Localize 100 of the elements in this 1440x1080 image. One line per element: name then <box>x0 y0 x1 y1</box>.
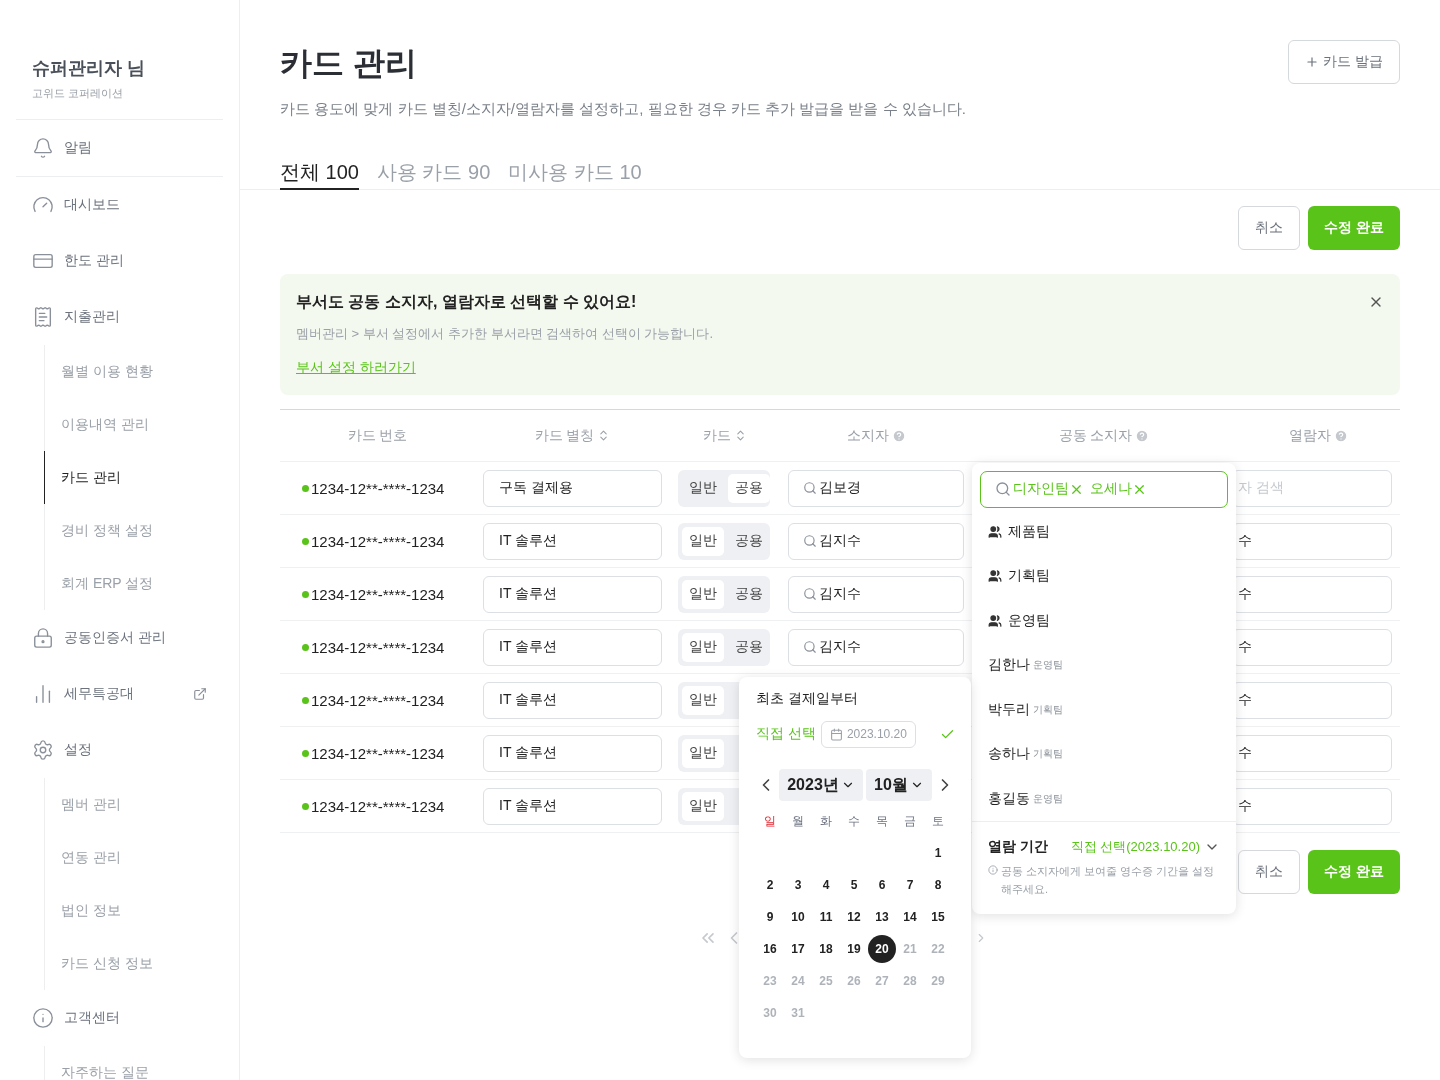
tab[interactable]: 전체 100 <box>280 159 359 190</box>
column-header: 카드 번호 <box>347 426 408 445</box>
calendar-day[interactable]: 1 <box>924 839 952 867</box>
nav-item[interactable]: 대시보드 <box>16 177 223 233</box>
calendar-day[interactable]: 4 <box>812 871 840 899</box>
external-link-icon[interactable] <box>193 687 207 701</box>
calendar-day[interactable]: 6 <box>868 871 896 899</box>
owner-search-field[interactable]: 김지수 <box>788 628 964 666</box>
help-icon <box>1135 428 1150 443</box>
card-type-option[interactable]: 일반 <box>682 738 724 768</box>
calendar-day[interactable]: 2 <box>756 871 784 899</box>
card-type-option[interactable]: 일반 <box>682 685 724 715</box>
card-type-option[interactable]: 공용 <box>728 579 770 609</box>
card-type-toggle[interactable]: 일반 공용 <box>678 469 770 507</box>
calendar-day[interactable]: 11 <box>812 903 840 931</box>
calendar-day[interactable]: 16 <box>756 935 784 963</box>
selected-token: 오세나 <box>1090 480 1132 499</box>
calendar-day[interactable]: 17 <box>784 935 812 963</box>
receipt-icon <box>32 306 54 328</box>
calendar-day[interactable]: 20 <box>868 935 896 963</box>
column-header: 소지자 <box>846 426 889 445</box>
owner-search-field[interactable]: 김지수 <box>788 575 964 613</box>
calendar-day[interactable]: 12 <box>840 903 868 931</box>
column-header: 열람자 <box>1288 426 1331 445</box>
card-number: 1234-12**-****-1234 <box>288 638 445 656</box>
alias-field[interactable]: IT 솔루션 <box>483 628 662 666</box>
owner-search-field[interactable]: 김지수 <box>788 522 964 560</box>
card-type-option[interactable]: 일반 <box>682 526 724 556</box>
nav-item[interactable]: 지출관리 <box>16 289 223 345</box>
weekday-label: 토 <box>932 812 944 830</box>
cancel-button[interactable]: 취소 <box>1238 850 1301 894</box>
info-icon <box>988 865 998 875</box>
calendar-day[interactable]: 7 <box>896 871 924 899</box>
nav-item[interactable]: 한도 관리 <box>16 233 223 289</box>
period-label: 열람 기간 <box>988 838 1048 856</box>
weekday-label: 월 <box>792 812 804 830</box>
weekday-label: 금 <box>904 812 916 830</box>
calendar-day[interactable]: 19 <box>840 935 868 963</box>
nav-item[interactable]: 알림 <box>16 120 223 176</box>
calendar-day[interactable]: 5 <box>840 871 868 899</box>
card-number: 1234-12**-****-1234 <box>288 585 445 603</box>
calendar-day[interactable]: 18 <box>812 935 840 963</box>
calendar-day[interactable]: 3 <box>784 871 812 899</box>
nav-item[interactable]: 설정 <box>16 722 223 778</box>
option-team: 기획팀 <box>1033 702 1063 717</box>
card-type-option[interactable]: 공용 <box>728 632 770 662</box>
option-team: 운영팀 <box>1033 791 1063 806</box>
calendar-icon <box>829 727 843 741</box>
option-name: 송하나 <box>988 745 1030 764</box>
card-type-option[interactable]: 일반 <box>682 791 724 821</box>
option-name: 김한나 <box>988 656 1030 675</box>
info-icon <box>32 1007 54 1029</box>
alias-field[interactable]: IT 솔루션 <box>483 522 662 560</box>
nav-item[interactable]: 세무특공대 <box>16 666 223 722</box>
cancel-button[interactable]: 취소 <box>1238 206 1301 250</box>
card-type-toggle[interactable]: 일반 공용 <box>678 522 770 560</box>
weekday-label: 수 <box>848 812 860 830</box>
option-team: 기획팀 <box>1033 747 1063 762</box>
nav-item[interactable]: 공동인증서 관리 <box>16 610 223 666</box>
search-icon <box>803 534 817 548</box>
weekday-label: 화 <box>820 812 832 830</box>
settings-icon <box>32 739 54 761</box>
card-type-option[interactable]: 일반 <box>682 632 724 662</box>
bell-icon <box>32 137 54 159</box>
page-title: 카드 관리 <box>280 44 418 83</box>
option-name: 홍길동 <box>988 789 1030 808</box>
alias-field[interactable]: 구독 결제용 <box>483 469 662 507</box>
nav-item[interactable]: 고객센터 <box>16 990 223 1046</box>
calendar-day[interactable]: 14 <box>896 903 924 931</box>
column-header: 공동 소지자 <box>1058 426 1133 445</box>
card-type-option[interactable]: 공용 <box>728 526 770 556</box>
card-type-option[interactable]: 일반 <box>682 579 724 609</box>
card-number: 1234-12**-****-1234 <box>288 532 445 550</box>
alias-field[interactable]: IT 솔루션 <box>483 734 662 772</box>
period-note: 공동 소지자에게 보여줄 영수증 기간을 설정해주세요. <box>1001 864 1216 897</box>
owner-search-field[interactable]: 김보경 <box>788 469 964 507</box>
lock-icon <box>32 627 54 649</box>
card-type-toggle[interactable]: 일반 공용 <box>678 628 770 666</box>
calendar-day[interactable]: 9 <box>756 903 784 931</box>
alias-field[interactable]: IT 솔루션 <box>483 575 662 613</box>
user-name: 슈퍼관리자 님 <box>31 57 146 80</box>
card-type-option[interactable]: 공용 <box>728 473 770 503</box>
card-type-toggle[interactable]: 일반 공용 <box>678 575 770 613</box>
card-number: 1234-12**-****-1234 <box>288 479 445 497</box>
search-icon <box>803 481 817 495</box>
calendar-day[interactable]: 13 <box>868 903 896 931</box>
calendar-day[interactable]: 15 <box>924 903 952 931</box>
group-icon <box>988 569 1002 584</box>
nav-subitem[interactable]: 카드 관리 <box>44 451 223 504</box>
calendar-day[interactable]: 8 <box>924 871 952 899</box>
issue-card-button[interactable]: 카드 발급 <box>1288 40 1400 84</box>
year-select[interactable]: 2023년 <box>779 769 863 801</box>
calendar-day[interactable]: 10 <box>784 903 812 931</box>
alias-field[interactable]: IT 솔루션 <box>483 681 662 719</box>
search-icon <box>803 587 817 601</box>
card-type-option[interactable]: 일반 <box>682 473 724 503</box>
alias-field[interactable]: IT 솔루션 <box>483 787 662 825</box>
option-name: 박두리 <box>988 700 1030 719</box>
sort-icon[interactable] <box>734 429 747 442</box>
month-select[interactable]: 10월 <box>866 769 932 801</box>
